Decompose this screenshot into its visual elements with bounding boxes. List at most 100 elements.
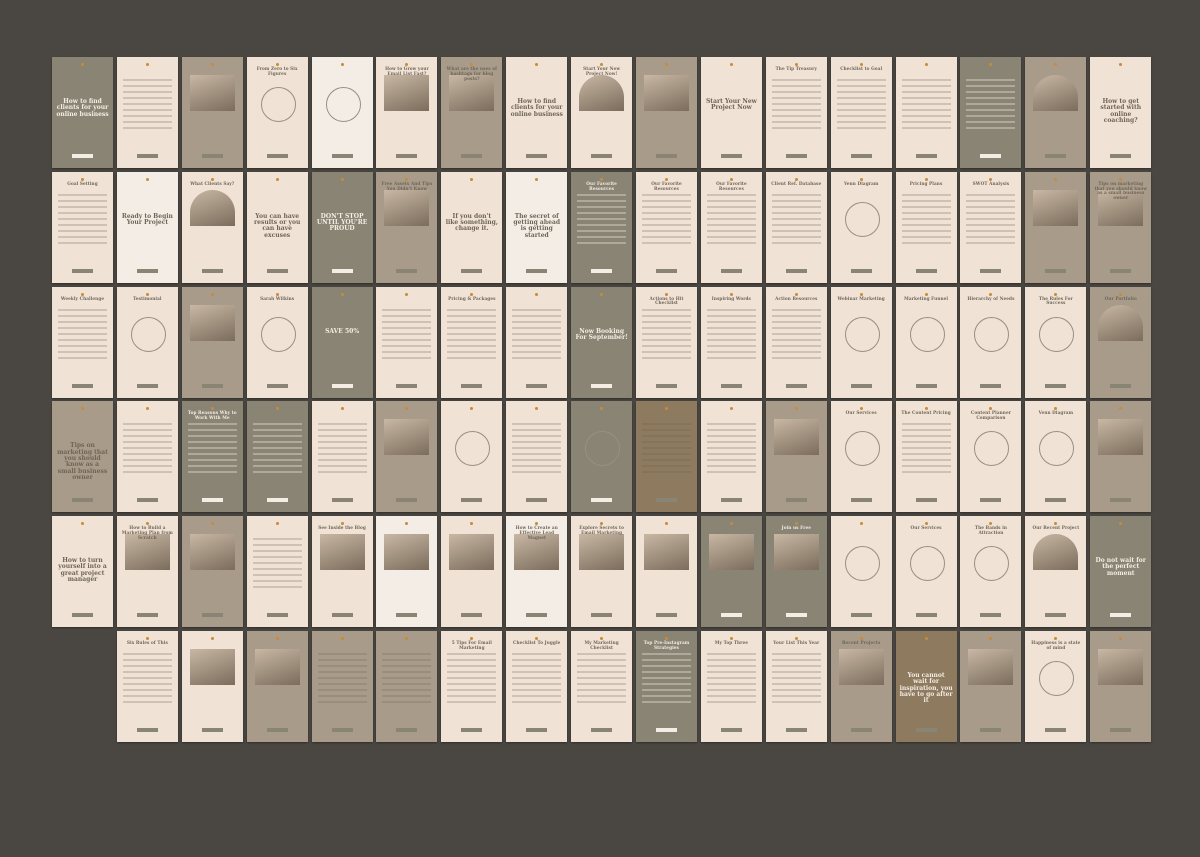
tile-accent-dot bbox=[81, 407, 84, 411]
template-tile: DON'T STOP UNTIL YOU'RE PROUD bbox=[311, 171, 373, 283]
tile-line bbox=[771, 103, 821, 105]
tile-line bbox=[706, 217, 756, 220]
tile-title: How to find clients for your online busi… bbox=[510, 98, 563, 118]
tile-title: How to Create an Effective Lead Magnet bbox=[515, 525, 558, 540]
tile-line bbox=[642, 211, 692, 214]
tile-line bbox=[382, 670, 432, 673]
tile-title: Ready to Begin Your Project bbox=[121, 212, 173, 227]
template-tile: Weekly Challenge bbox=[52, 286, 113, 398]
tile-line bbox=[252, 447, 302, 450]
tile-accent-dot bbox=[1119, 522, 1123, 526]
tile-button bbox=[526, 268, 548, 273]
tile-line bbox=[771, 127, 821, 129]
tile-button bbox=[1045, 498, 1067, 503]
tile-line bbox=[382, 676, 432, 679]
tile-line bbox=[901, 465, 951, 468]
tile-photo bbox=[384, 189, 430, 226]
tile-button bbox=[266, 268, 288, 273]
template-tile: Pricing Plans bbox=[895, 171, 957, 283]
tile-line bbox=[577, 223, 627, 226]
tile-lines bbox=[706, 652, 756, 707]
tile-title: Goal Setting bbox=[67, 180, 98, 186]
tile-button bbox=[396, 727, 418, 732]
template-tile bbox=[506, 401, 568, 513]
tile-line bbox=[317, 465, 367, 468]
tile-photo bbox=[189, 304, 235, 341]
tile-button bbox=[266, 727, 288, 732]
tile-accent-dot bbox=[989, 636, 993, 640]
tile-button bbox=[1110, 383, 1132, 388]
tile-line bbox=[317, 429, 367, 432]
tile-line bbox=[706, 670, 756, 673]
tile-title: How to get started with online coaching? bbox=[1100, 98, 1142, 124]
template-tile bbox=[246, 401, 308, 513]
tile-line bbox=[771, 350, 821, 353]
tile-line bbox=[642, 676, 692, 679]
tile-line bbox=[836, 109, 886, 111]
tile-accent-dot bbox=[210, 636, 214, 640]
tile-line bbox=[252, 459, 302, 462]
tile-button bbox=[1045, 154, 1067, 158]
tile-photo bbox=[384, 419, 430, 456]
tile-circle bbox=[844, 546, 880, 582]
tile-accent-dot bbox=[729, 522, 733, 526]
tile-line bbox=[447, 314, 497, 317]
template-tile: Ready to Begin Your Project bbox=[116, 171, 178, 283]
tile-lines bbox=[642, 423, 692, 477]
tile-line bbox=[901, 435, 951, 438]
template-tile: You cannot wait for inspiration, you hav… bbox=[895, 630, 957, 742]
tile-button bbox=[461, 498, 483, 503]
tile-line bbox=[122, 441, 172, 444]
tile-button bbox=[915, 613, 937, 618]
template-tile bbox=[376, 286, 438, 398]
template-tile: Inspiring Words bbox=[700, 286, 762, 398]
tile-line bbox=[122, 471, 172, 474]
tile-arch-photo bbox=[189, 189, 235, 226]
template-tile: See Inside the Blog bbox=[311, 516, 373, 628]
tile-button bbox=[1045, 268, 1067, 273]
tile-line bbox=[447, 308, 497, 311]
tile-line bbox=[317, 700, 367, 703]
tile-line bbox=[512, 447, 562, 450]
tile-circle bbox=[260, 316, 296, 352]
tile-line bbox=[966, 211, 1016, 214]
tile-line bbox=[447, 676, 497, 679]
tile-photo bbox=[254, 648, 300, 685]
tile-circle bbox=[844, 431, 880, 467]
tile-line bbox=[836, 97, 886, 99]
tile-line bbox=[706, 229, 756, 232]
tile-photo bbox=[319, 534, 365, 571]
tile-line bbox=[642, 694, 692, 697]
tile-title: Marketing Funnel bbox=[904, 295, 949, 301]
tile-lines bbox=[901, 423, 951, 477]
tile-button bbox=[461, 613, 483, 618]
tile-line bbox=[771, 338, 821, 341]
tile-line bbox=[642, 670, 692, 673]
tile-accent-dot bbox=[600, 292, 604, 296]
tile-line bbox=[317, 670, 367, 673]
tile-line bbox=[512, 344, 562, 347]
template-tile bbox=[830, 516, 892, 628]
tile-photo bbox=[1098, 419, 1144, 456]
template-tile bbox=[116, 401, 178, 513]
tile-accent-dot bbox=[1119, 63, 1123, 66]
template-tile: My Top Three bbox=[700, 630, 762, 742]
tile-line bbox=[122, 465, 172, 468]
template-tile: Action Resources bbox=[765, 286, 827, 398]
tile-accent-dot bbox=[600, 407, 604, 411]
tile-line bbox=[771, 664, 821, 667]
template-tile: Client Ref. Database bbox=[765, 171, 827, 283]
tile-line bbox=[771, 670, 821, 673]
tile-line bbox=[771, 652, 821, 655]
tile-line bbox=[706, 694, 756, 697]
tile-title: Our Recent Project bbox=[1032, 525, 1080, 531]
tile-title: Checklist to Goal bbox=[840, 66, 883, 71]
tile-line bbox=[642, 658, 692, 661]
tile-line bbox=[642, 217, 692, 220]
tile-accent-dot bbox=[210, 522, 214, 526]
tile-accent-dot bbox=[470, 177, 474, 181]
tile-button bbox=[980, 154, 1002, 158]
template-tile: The secret of getting ahead is getting s… bbox=[506, 171, 568, 283]
template-tile: Goal Setting bbox=[52, 171, 113, 283]
tile-button bbox=[850, 498, 872, 503]
